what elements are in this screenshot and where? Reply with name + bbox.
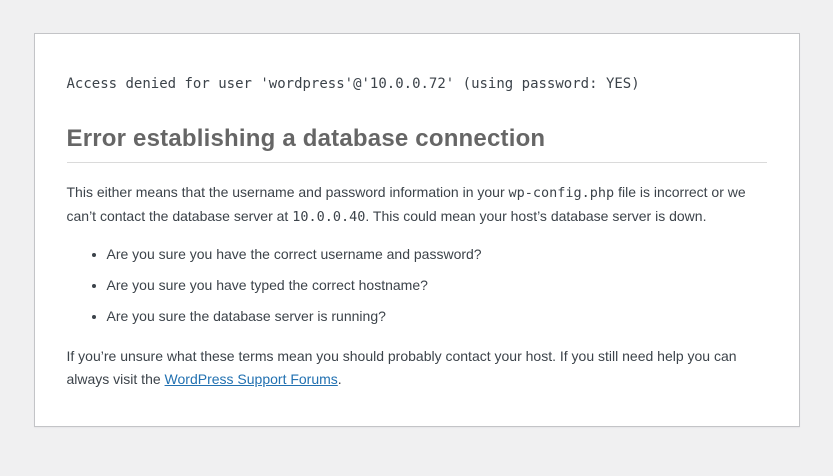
db-error-message: Access denied for user 'wordpress'@'10.0…: [66, 76, 640, 92]
browser-viewport: Access denied for user 'wordpress'@'10.0…: [0, 0, 833, 476]
help-text-2: .: [337, 370, 342, 387]
explanation-paragraph: This either means that the username and …: [67, 181, 767, 228]
error-page-card: Access denied for user 'wordpress'@'10.0…: [33, 33, 800, 427]
support-forums-link[interactable]: WordPress Support Forums: [165, 371, 338, 387]
list-item-credentials: Are you sure you have the correct userna…: [107, 244, 767, 265]
wp-config-filename: wp-config.php: [508, 185, 615, 201]
explanation-text-3: . This could mean your host’s database s…: [365, 207, 707, 224]
db-host-address: 10.0.0.40: [292, 208, 366, 225]
help-paragraph: If you’re unsure what these terms mean y…: [67, 345, 767, 390]
list-item-server-running: Are you sure the database server is runn…: [107, 306, 767, 327]
troubleshooting-list: Are you sure you have the correct userna…: [67, 244, 767, 327]
list-item-hostname: Are you sure you have typed the correct …: [107, 275, 767, 296]
page-title: Error establishing a database connection: [66, 125, 767, 163]
explanation-text-1: This either means that the username and …: [66, 184, 509, 200]
